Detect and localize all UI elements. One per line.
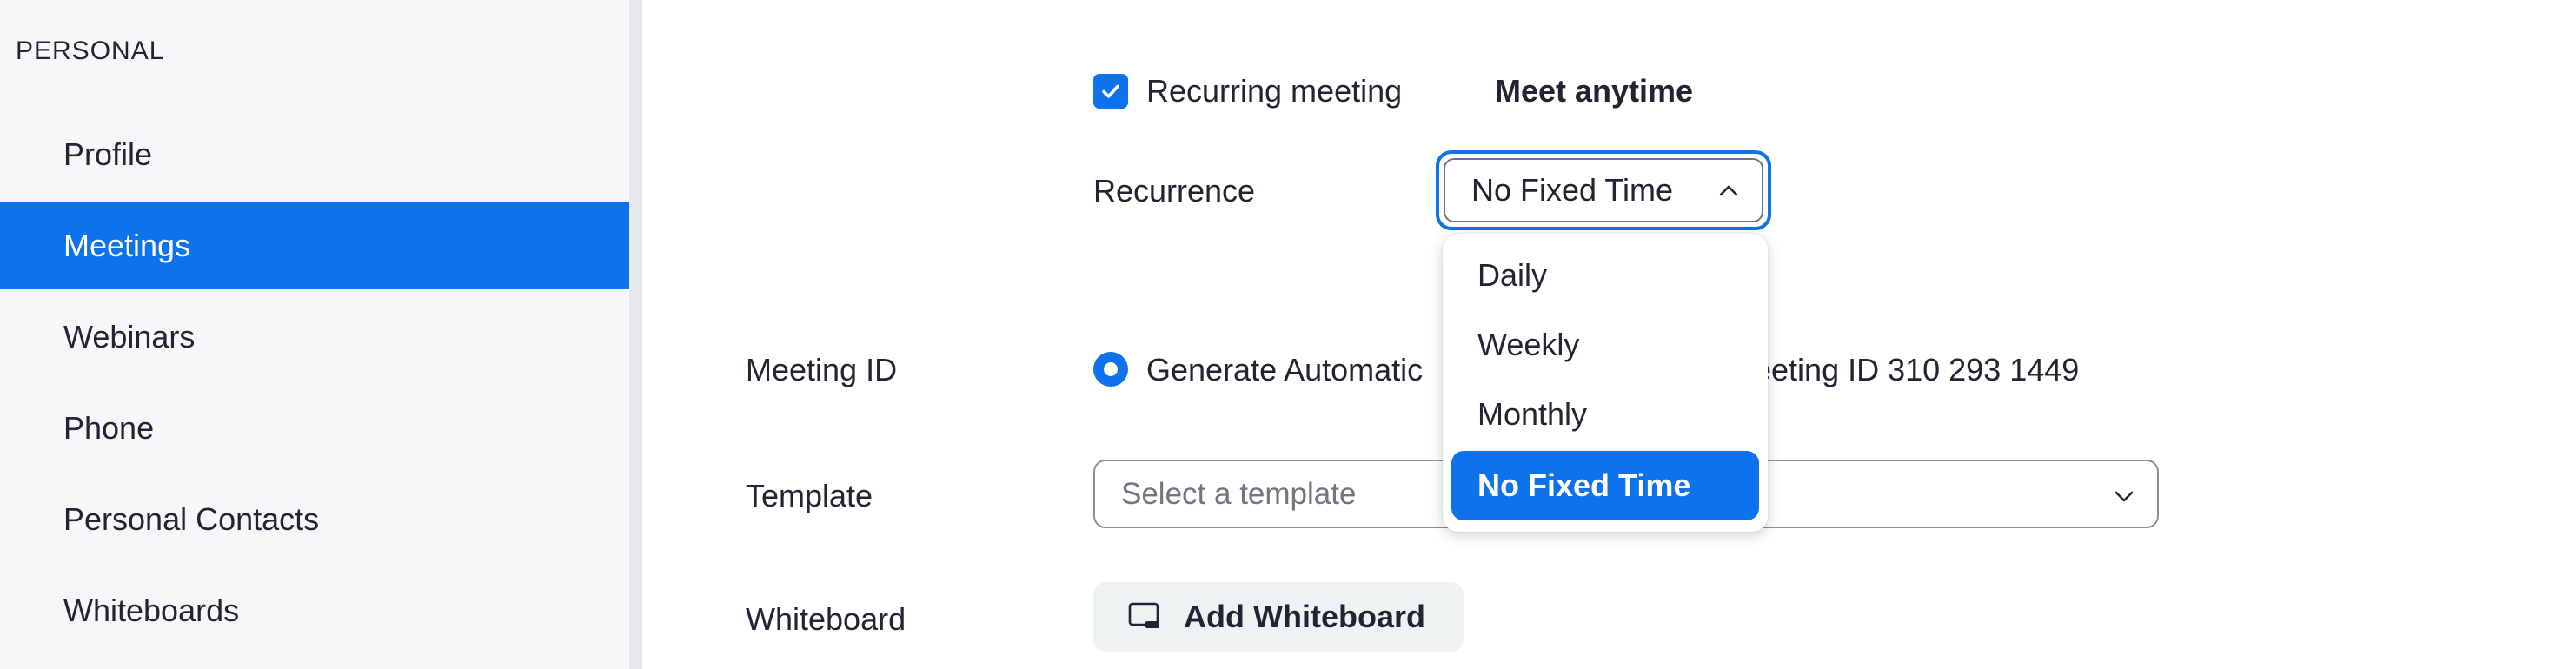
meeting-id-label: Meeting ID <box>746 352 898 387</box>
recurrence-select[interactable]: No Fixed Time <box>1444 158 1763 222</box>
sidebar-item-profile[interactable]: Profile <box>0 111 629 198</box>
template-label: Template <box>746 478 873 513</box>
add-whiteboard-button[interactable]: Add Whiteboard <box>1093 582 1464 652</box>
recurrence-label: Recurrence <box>1093 173 1256 209</box>
recurrence-option-no-fixed-time[interactable]: No Fixed Time <box>1451 451 1759 520</box>
checkmark-icon <box>1102 84 1119 98</box>
recurrence-option-weekly[interactable]: Weekly <box>1451 310 1759 380</box>
chevron-up-icon <box>1719 185 1738 196</box>
sidebar-item-whiteboards[interactable]: Whiteboards <box>0 567 629 654</box>
sidebar-item-phone[interactable]: Phone <box>0 385 629 472</box>
radio-dot <box>1104 362 1118 376</box>
personal-meeting-id-label[interactable]: leeting ID 310 293 1449 <box>1747 352 2079 388</box>
sidebar-item-personal-contacts[interactable]: Personal Contacts <box>0 476 629 563</box>
whiteboard-label: Whiteboard <box>746 601 906 637</box>
template-placeholder: Select a template <box>1121 476 1357 511</box>
whiteboard-icon <box>1128 602 1161 632</box>
sidebar-item-meetings[interactable]: Meetings <box>0 202 629 289</box>
recurrence-option-daily[interactable]: Daily <box>1451 241 1759 310</box>
add-whiteboard-label: Add Whiteboard <box>1184 599 1425 634</box>
chevron-down-icon <box>2115 491 2134 502</box>
sidebar: PERSONAL Profile Meetings Webinars Phone… <box>0 0 629 669</box>
recurring-meeting-checkbox[interactable] <box>1093 74 1128 109</box>
generate-automatically-radio[interactable] <box>1093 352 1128 387</box>
recurrence-select-value: No Fixed Time <box>1471 172 1674 208</box>
sidebar-divider <box>629 0 642 669</box>
recurrence-option-monthly[interactable]: Monthly <box>1451 380 1759 449</box>
sidebar-item-webinars[interactable]: Webinars <box>0 294 629 381</box>
recurrence-dropdown-menu: Daily Weekly Monthly No Fixed Time <box>1443 234 1768 532</box>
meet-anytime-text: Meet anytime <box>1495 73 1694 109</box>
sidebar-heading: PERSONAL <box>16 36 165 65</box>
recurring-meeting-label[interactable]: Recurring meeting <box>1146 73 1402 109</box>
generate-automatically-label[interactable]: Generate Automatic <box>1146 352 1423 388</box>
